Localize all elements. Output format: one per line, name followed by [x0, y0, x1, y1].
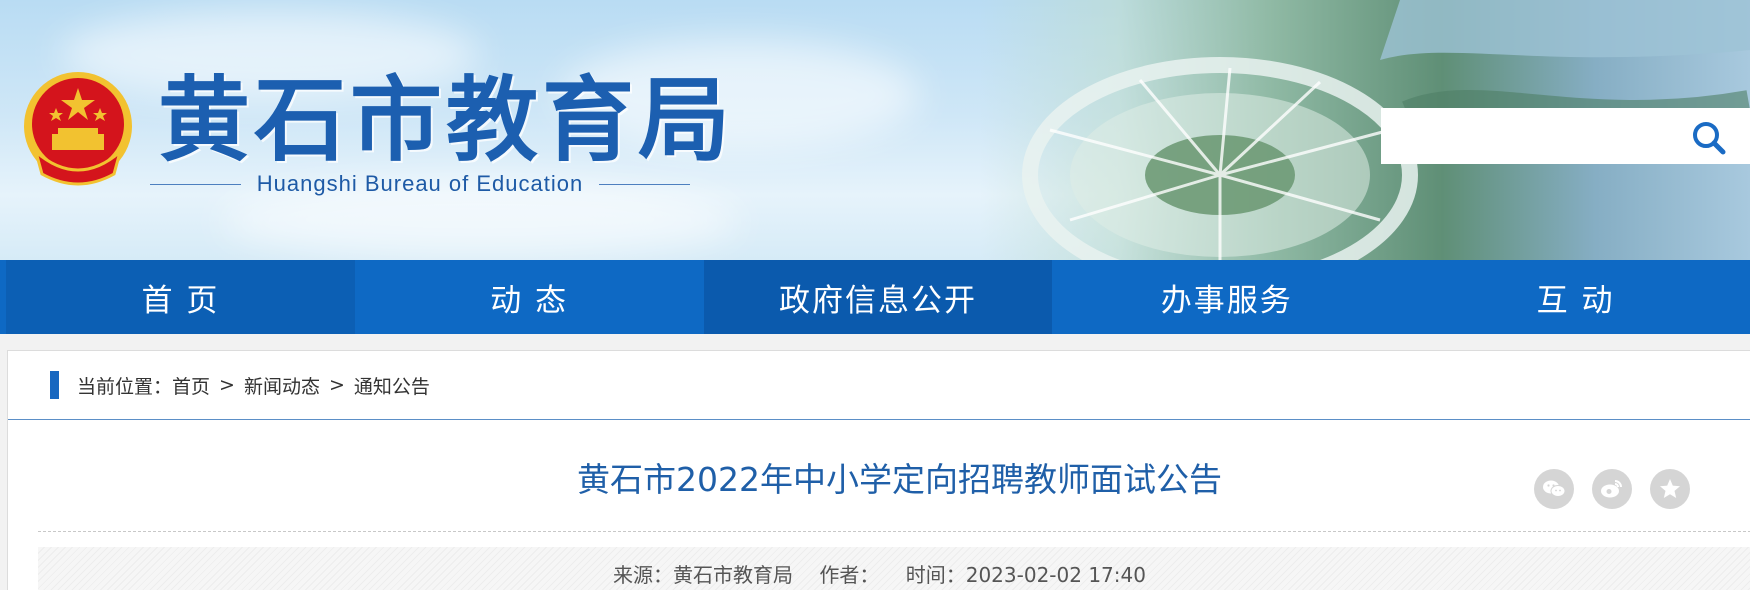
search-icon[interactable]: [1691, 120, 1727, 156]
article-meta: 来源：黄石市教育局 作者： 时间：2023-02-02 17:40: [8, 561, 1750, 589]
national-emblem-logo: [24, 72, 132, 186]
breadcrumb-link-news[interactable]: 新闻动态: [244, 372, 320, 399]
header-banner: 黄石市教育局 Huangshi Bureau of Education: [0, 0, 1750, 260]
site-subtitle-text: Huangshi Bureau of Education: [256, 171, 584, 196]
share-weibo-button[interactable]: [1592, 469, 1632, 509]
breadcrumb-separator: >: [328, 374, 345, 396]
article-title: 黄石市2022年中小学定向招聘教师面试公告: [577, 460, 1222, 499]
favorite-star-icon: [1660, 479, 1680, 498]
nav-item-home[interactable]: 首 页: [6, 260, 355, 334]
wechat-icon: [1543, 480, 1566, 497]
breadcrumb-link-notices[interactable]: 通知公告: [354, 372, 430, 399]
meta-source-label: 来源：: [613, 563, 674, 587]
share-wechat-button[interactable]: [1534, 469, 1574, 509]
breadcrumb-link-home[interactable]: 首页: [172, 372, 210, 399]
breadcrumb-marker: [50, 371, 59, 399]
meta-author: 作者：: [819, 563, 879, 587]
favorite-button[interactable]: [1650, 469, 1690, 509]
site-subtitle: Huangshi Bureau of Education: [150, 170, 690, 198]
nav-item-news[interactable]: 动 态: [354, 260, 704, 334]
breadcrumb-prefix: 当前位置：: [77, 375, 173, 398]
breadcrumb: 当前位置： 首页 > 新闻动态 > 通知公告: [8, 351, 1750, 420]
main-nav: 首 页 动 态 政府信息公开 办事服务 互 动: [0, 260, 1750, 334]
breadcrumb-separator: >: [219, 374, 235, 396]
subtitle-rule-right: [599, 183, 690, 185]
content-panel: 当前位置： 首页 > 新闻动态 > 通知公告 黄石市2022年中小学定向招聘教师…: [7, 350, 1750, 590]
weibo-icon: [1601, 480, 1622, 498]
meta-source: 来源：黄石市教育局: [613, 563, 793, 587]
meta-time-value: 2023-02-02 17:40: [965, 563, 1146, 587]
site-title: 黄石市教育局: [158, 66, 735, 174]
nav-item-interaction[interactable]: 互 动: [1401, 260, 1750, 334]
search-box: [1381, 108, 1750, 164]
title-divider: [38, 531, 1750, 532]
nav-item-gov-info[interactable]: 政府信息公开: [703, 260, 1053, 334]
search-input[interactable]: [1395, 118, 1679, 156]
meta-time: 时间：2023-02-02 17:40: [906, 563, 1146, 587]
meta-time-label: 时间：: [905, 563, 966, 587]
nav-item-services[interactable]: 办事服务: [1052, 260, 1402, 334]
subtitle-rule-left: [150, 183, 241, 185]
meta-source-value: 黄石市教育局: [673, 563, 794, 587]
meta-author-label: 作者：: [819, 563, 880, 587]
